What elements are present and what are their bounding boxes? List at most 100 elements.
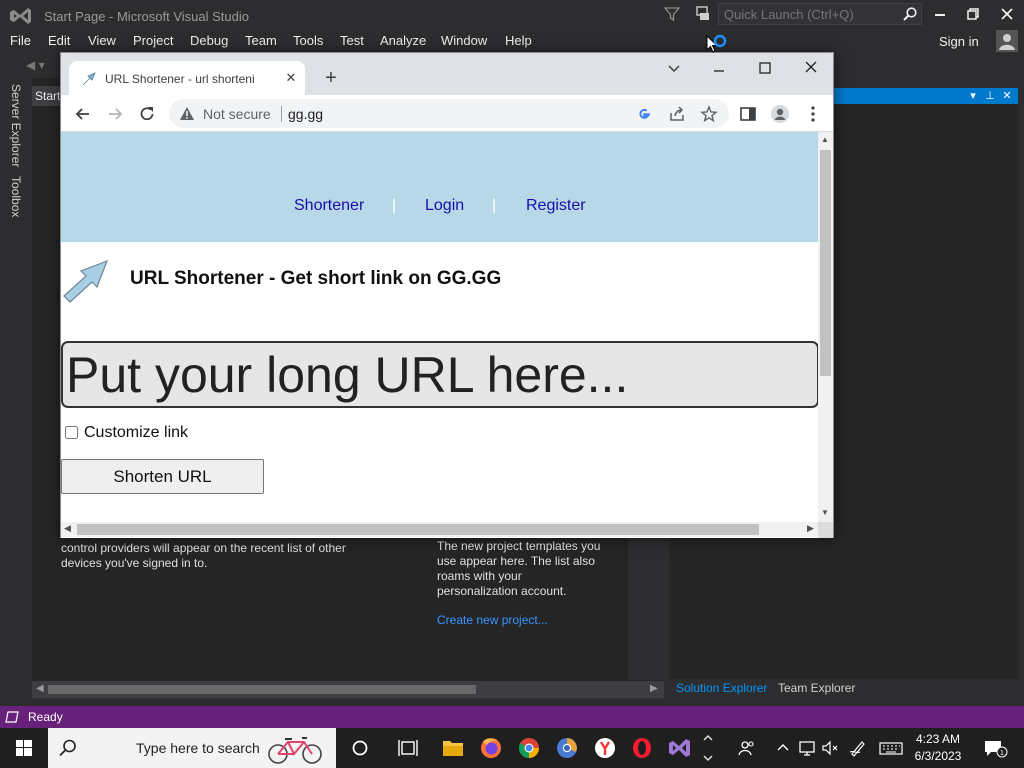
chromium-beta-icon[interactable] (548, 728, 586, 768)
side-panel-icon[interactable] (738, 104, 758, 124)
panel-dropdown-icon[interactable]: ▾ (965, 88, 981, 104)
yandex-browser-icon[interactable] (586, 728, 624, 768)
address-bar[interactable]: Not secure gg.gg (169, 99, 729, 128)
forward-arrow-icon[interactable] (105, 104, 125, 124)
page-vertical-scrollbar[interactable]: ▲ ▼ (818, 132, 833, 522)
tab-search-chevron-icon[interactable] (663, 59, 685, 77)
profile-icon[interactable] (770, 104, 790, 124)
nav-shortener-link[interactable]: Shortener (294, 197, 364, 215)
back-arrow-icon[interactable] (73, 104, 93, 124)
task-view-icon[interactable] (389, 728, 427, 768)
panel-close-icon[interactable]: ✕ (999, 88, 1015, 104)
vs-menu-bar: File Edit View Project Debug Team Tools … (0, 30, 1024, 52)
clock-time[interactable]: 4:23 AM (912, 732, 964, 746)
chrome-close-icon[interactable] (800, 59, 822, 77)
taskbar-search-box[interactable]: Type here to search (48, 728, 336, 768)
opera-icon[interactable] (623, 728, 661, 768)
feedback-icon[interactable] (694, 5, 712, 23)
clock-date[interactable]: 6/3/2023 (908, 749, 968, 763)
menu-tools[interactable]: Tools (293, 33, 323, 48)
chrome-window: URL Shortener - url shortening se ✕ + No… (60, 52, 834, 538)
nav-register-link[interactable]: Register (526, 197, 586, 215)
menu-help[interactable]: Help (505, 33, 532, 48)
action-center-notification-icon[interactable]: 1 (982, 738, 1008, 758)
toolbox-tab[interactable]: Toolbox (9, 176, 23, 217)
menu-analyze[interactable]: Analyze (380, 33, 426, 48)
quick-launch-input[interactable] (724, 6, 899, 22)
scroll-thumb[interactable] (48, 685, 476, 694)
not-secure-label[interactable]: Not secure (203, 106, 271, 122)
busy-cursor-icon (706, 34, 727, 53)
menu-team[interactable]: Team (245, 33, 277, 48)
account-avatar-icon[interactable] (996, 30, 1018, 52)
scroll-right-icon[interactable]: ▶ (807, 523, 814, 534)
doc-horizontal-scrollbar[interactable]: ◀ ▶ (32, 681, 664, 698)
reload-icon[interactable] (137, 104, 157, 124)
menu-debug[interactable]: Debug (190, 33, 228, 48)
quick-launch-box[interactable] (718, 3, 922, 25)
menu-file[interactable]: File (10, 33, 31, 48)
shorten-url-button[interactable]: Shorten URL (61, 459, 264, 494)
chrome-icon[interactable] (510, 728, 548, 768)
tab-team-explorer[interactable]: Team Explorer (778, 681, 855, 695)
scroll-right-icon[interactable]: ▶ (650, 683, 658, 694)
windows-start-icon[interactable] (0, 728, 48, 768)
create-new-project-link[interactable]: Create new project... (437, 613, 548, 627)
show-hidden-icons-chevron[interactable] (773, 738, 793, 758)
bookmark-star-icon[interactable] (700, 105, 718, 123)
people-icon[interactable] (737, 738, 757, 758)
server-explorer-tab[interactable]: Server Explorer (9, 84, 23, 167)
scroll-down-icon[interactable]: ▼ (821, 508, 829, 517)
visual-studio-taskbar-icon[interactable] (660, 728, 698, 768)
url-text[interactable]: gg.gg (288, 106, 323, 122)
taskbar-overflow-arrows-icon[interactable] (700, 730, 716, 766)
menu-view[interactable]: View (88, 33, 116, 48)
site-arrow-logo-icon[interactable] (61, 258, 111, 304)
vs-status-bar: Ready (0, 706, 1024, 728)
navigate-back-icon[interactable]: ◀ ▾ (26, 58, 45, 72)
search-highlight-bicycle-icon[interactable] (266, 732, 324, 766)
notification-filter-icon[interactable] (663, 5, 681, 23)
volume-muted-icon[interactable] (820, 738, 840, 758)
nav-separator: | (492, 197, 497, 214)
taskbar-search-placeholder[interactable]: Type here to search (136, 740, 260, 756)
search-icon[interactable] (902, 6, 918, 22)
warning-triangle-icon[interactable] (179, 106, 195, 121)
vs-minimize-icon[interactable] (926, 4, 954, 24)
menu-test[interactable]: Test (340, 33, 364, 48)
scroll-up-icon[interactable]: ▲ (821, 135, 829, 144)
menu-window[interactable]: Window (441, 33, 487, 48)
sign-in-link[interactable]: Sign in (939, 34, 979, 49)
customize-link-label[interactable]: Customize link (84, 424, 188, 442)
scroll-left-icon[interactable]: ◀ (36, 683, 44, 694)
long-url-input[interactable] (61, 341, 819, 408)
browser-tab[interactable]: URL Shortener - url shortening se ✕ (69, 61, 305, 95)
chrome-maximize-icon[interactable] (754, 59, 776, 77)
panel-pin-icon[interactable]: ⊥ (982, 88, 998, 104)
nav-login-link[interactable]: Login (425, 197, 464, 215)
google-lens-g-icon[interactable] (635, 105, 653, 123)
more-menu-icon[interactable] (803, 104, 823, 124)
scrollbar-corner (818, 522, 833, 538)
pen-workspace-icon[interactable] (848, 738, 868, 758)
recent-info-line-1: control providers will appear on the rec… (61, 541, 346, 555)
share-icon[interactable] (668, 105, 686, 123)
vs-restore-icon[interactable] (959, 4, 987, 24)
menu-project[interactable]: Project (133, 33, 173, 48)
file-explorer-icon[interactable] (434, 728, 472, 768)
tab-close-icon[interactable]: ✕ (283, 70, 299, 86)
cortana-icon[interactable] (341, 728, 379, 768)
touch-keyboard-icon[interactable] (878, 738, 904, 758)
scroll-thumb[interactable] (820, 150, 831, 376)
page-horizontal-scrollbar[interactable]: ◀ ▶ (61, 522, 818, 537)
scroll-left-icon[interactable]: ◀ (64, 523, 71, 534)
tab-solution-explorer[interactable]: Solution Explorer (676, 681, 767, 695)
network-icon[interactable] (797, 738, 817, 758)
firefox-icon[interactable] (472, 728, 510, 768)
scroll-thumb[interactable] (77, 524, 759, 535)
menu-edit[interactable]: Edit (48, 33, 70, 48)
svg-text:1: 1 (1000, 750, 1004, 757)
vs-close-icon[interactable] (993, 4, 1021, 24)
new-tab-plus-icon[interactable]: + (319, 67, 343, 91)
customize-link-checkbox[interactable] (65, 426, 78, 439)
